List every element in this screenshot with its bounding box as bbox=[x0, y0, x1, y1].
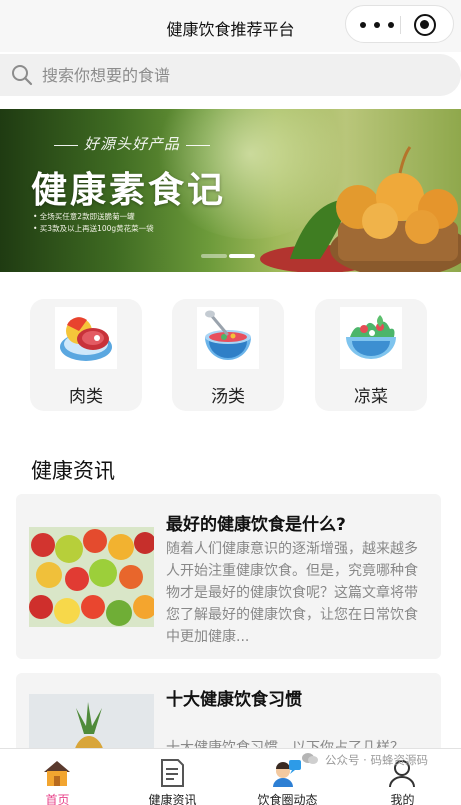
tab-label: 健康资讯 bbox=[148, 793, 197, 805]
banner-dot-1[interactable] bbox=[201, 254, 227, 258]
article-summary: 随着人们健康意识的逐渐增强，越来越多人开始注重健康饮食。但是，究竟哪种食物才是最… bbox=[166, 541, 418, 645]
search-input[interactable] bbox=[42, 63, 422, 87]
search-bar[interactable] bbox=[0, 54, 461, 96]
home-icon bbox=[44, 761, 70, 786]
banner-carousel[interactable]: 好源头好产品 健康素食记 bbox=[0, 109, 461, 272]
tab-label: 饮食圈动态 bbox=[257, 793, 318, 805]
section-title-health-news: 健康资讯 bbox=[31, 459, 115, 483]
navigation-bar: 健康饮食推荐平台 bbox=[0, 0, 461, 52]
category-soup[interactable]: 汤类 bbox=[172, 299, 284, 411]
tab-home[interactable]: 首页 bbox=[0, 749, 115, 805]
chat-person-icon bbox=[273, 760, 301, 787]
article-title: 最好的健康饮食是什么? bbox=[166, 515, 346, 535]
category-label: 肉类 bbox=[69, 387, 103, 407]
banner-subtitle: 好源头好产品 bbox=[48, 133, 216, 154]
banner-promo-line-2: • 买3款及以上再送100g黄花菜一袋 bbox=[33, 224, 154, 233]
category-label: 汤类 bbox=[211, 387, 245, 407]
capsule-divider bbox=[400, 16, 401, 34]
banner-title: 健康素食记 bbox=[31, 170, 227, 211]
banner-promo-line-1: • 全场买任意2款即送脆菊一罐 bbox=[33, 212, 135, 221]
meat-icon bbox=[55, 307, 117, 369]
article-image bbox=[29, 694, 154, 753]
soup-icon bbox=[197, 307, 259, 369]
close-target-icon[interactable] bbox=[414, 14, 436, 36]
salad-icon bbox=[340, 307, 402, 369]
search-icon bbox=[12, 65, 33, 86]
banner-vegetables-image bbox=[260, 146, 461, 272]
article-title: 十大健康饮食习惯 bbox=[166, 690, 302, 710]
article-image bbox=[29, 527, 154, 627]
tab-label: 首页 bbox=[45, 793, 70, 805]
article-card[interactable]: 十大健康饮食习惯 十大健康饮食习惯，以下你占了几样？ bbox=[16, 673, 441, 753]
banner-dot-2[interactable] bbox=[229, 254, 255, 258]
watermark-text: 公众号 · 码蜂资源码 bbox=[325, 753, 428, 767]
banner-indicator bbox=[201, 254, 257, 259]
tab-health-news[interactable]: 健康资讯 bbox=[115, 749, 230, 805]
article-card[interactable]: 最好的健康饮食是什么? 随着人们健康意识的逐渐增强，越来越多人开始注重健康饮食。… bbox=[16, 494, 441, 659]
wechat-icon bbox=[302, 753, 318, 764]
category-label: 凉菜 bbox=[354, 387, 388, 407]
category-meat[interactable]: 肉类 bbox=[30, 299, 142, 411]
document-icon bbox=[161, 759, 184, 787]
mini-program-capsule bbox=[345, 5, 454, 43]
more-menu-icon[interactable] bbox=[360, 22, 396, 28]
category-cold-dish[interactable]: 凉菜 bbox=[315, 299, 427, 411]
tab-label: 我的 bbox=[390, 793, 415, 805]
